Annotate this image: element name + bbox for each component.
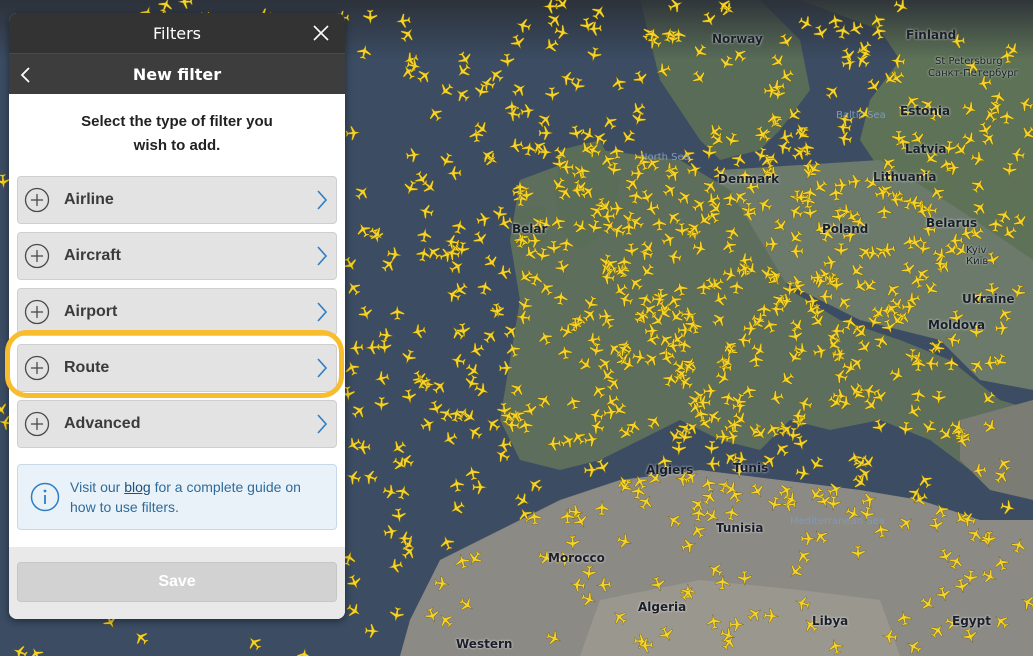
chevron-right-icon — [317, 190, 328, 210]
plus-circle-icon — [24, 299, 50, 325]
filter-type-aircraft[interactable]: Aircraft — [17, 232, 337, 280]
filter-type-airline[interactable]: Airline — [17, 176, 337, 224]
map-label-tunis: Tunis — [733, 461, 769, 475]
map-label-algiers: Algiers — [646, 463, 694, 477]
chevron-right-icon — [317, 358, 328, 378]
panel-header: Filters — [9, 13, 345, 53]
info-prefix: Visit our — [70, 479, 125, 495]
map-label-egypt: Egypt — [952, 614, 991, 628]
map-label-north-sea: North Sea — [640, 152, 690, 163]
map-label-st-petersburg: St Petersburg — [935, 56, 1003, 67]
map-label-algeria: Algeria — [638, 600, 687, 614]
chevron-right-icon — [317, 414, 328, 434]
panel-footer: Save — [9, 547, 345, 619]
chevron-right-icon — [317, 302, 328, 322]
plus-circle-icon — [24, 187, 50, 213]
panel-subtitle: New filter — [132, 64, 222, 84]
intro-line-1: Select the type of filter you — [81, 113, 273, 130]
map-label-estonia: Estonia — [900, 104, 951, 118]
filter-type-advanced[interactable]: Advanced — [17, 400, 337, 448]
map-label-latvia: Latvia — [905, 142, 947, 156]
map-label-kyiv-ua: Київ — [966, 256, 989, 267]
info-suffix: for a complete guide on — [150, 479, 301, 495]
filter-type-list: Airline Aircraft Airport Route Advanced — [9, 176, 345, 448]
map-label-tunisia: Tunisia — [716, 521, 764, 535]
info-line-2: how to use filters. — [70, 499, 179, 515]
map-label-denmark: Denmark — [718, 172, 780, 186]
map-label-libya: Libya — [812, 614, 849, 628]
map-label-belarus-short: Belar — [512, 222, 548, 236]
back-chevron-icon[interactable] — [19, 66, 33, 84]
filter-type-route[interactable]: Route — [17, 344, 337, 392]
map-label-baltic-sea: Baltic Sea — [836, 110, 886, 121]
plus-circle-icon — [24, 355, 50, 381]
filter-type-airport[interactable]: Airport — [17, 288, 337, 336]
plus-circle-icon — [24, 411, 50, 437]
map-label-st-petersburg-ru: Санкт-Петербург — [928, 68, 1019, 79]
blog-link[interactable]: blog — [124, 479, 150, 495]
filter-type-label: Airline — [64, 191, 114, 208]
filter-type-label: Route — [64, 359, 110, 376]
intro-line-2: wish to add. — [133, 137, 221, 154]
map-label-lithuania: Lithuania — [873, 170, 937, 184]
map-label-ukraine: Ukraine — [962, 292, 1015, 306]
map-label-norway: Norway — [712, 32, 763, 46]
map-label-belarus: Belarus — [926, 216, 978, 230]
save-button[interactable]: Save — [17, 562, 337, 602]
filter-type-label: Aircraft — [64, 247, 121, 264]
chevron-right-icon — [317, 246, 328, 266]
filter-type-label: Airport — [64, 303, 118, 320]
close-icon[interactable] — [311, 23, 331, 43]
intro-text: Select the type of filter you wish to ad… — [9, 94, 345, 166]
panel-title: Filters — [153, 23, 201, 43]
map-label-western: Western — [456, 637, 513, 651]
map-label-kyiv: Kyiv — [966, 245, 987, 256]
plus-circle-icon — [24, 243, 50, 269]
panel-subheader: New filter — [9, 53, 345, 94]
info-text: Visit our blog for a complete guide on h… — [70, 477, 301, 517]
map-label-morocco: Morocco — [548, 551, 605, 565]
info-box: Visit our blog for a complete guide on h… — [17, 464, 337, 530]
filter-type-label: Advanced — [64, 415, 141, 432]
filters-panel: Filters New filter Select the type of fi… — [9, 13, 345, 619]
map-label-mediterranean: Mediterranean Sea — [790, 516, 885, 527]
map-label-poland: Poland — [822, 222, 869, 236]
map-label-finland: Finland — [906, 28, 957, 42]
map-label-moldova: Moldova — [928, 318, 986, 332]
info-icon — [30, 482, 60, 512]
